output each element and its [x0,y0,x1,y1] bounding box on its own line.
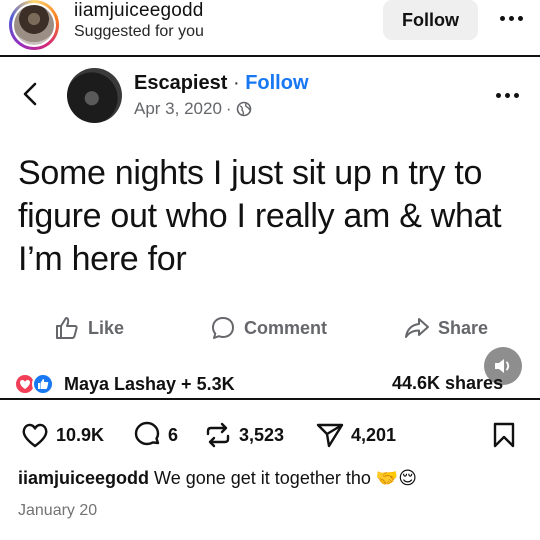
fb-like-action: Like [54,315,124,341]
avatar[interactable] [9,0,59,50]
username[interactable]: iiamjuiceegodd [74,0,204,22]
caption-username[interactable]: iiamjuiceegodd [18,468,149,488]
speech-bubble-icon [212,317,234,339]
avatar-border [12,3,56,47]
post-caption: iiamjuiceegodd We gone get it together t… [18,468,417,489]
caption-text: We gone get it together tho 🤝😌 [154,468,418,488]
fb-reactions-summary: Maya Lashay + 5.3K [14,373,235,395]
post-action-bar: 10.9K 6 3,523 4,201 [0,420,540,456]
avatar-image [14,5,54,45]
globe-icon [236,101,251,117]
repost-icon [206,422,230,448]
repost-count: 3,523 [239,424,285,445]
fb-comment-action: Comment [210,315,327,341]
share-arrow-icon [405,318,429,338]
fb-reactions-text: Maya Lashay + 5.3K [64,373,235,394]
fb-post-text: Some nights I just sit up n try to figur… [18,154,502,278]
like-count: 10.9K [56,424,105,445]
post-header: iiamjuiceegodd Suggested for you Follow [0,0,540,52]
fb-date-separator: · [225,99,232,118]
paper-plane-icon [316,423,344,448]
fb-share-action: Share [404,315,488,341]
more-options-icon[interactable] [497,8,525,28]
fb-like-label: Like [88,317,125,338]
fb-post-date: Apr 3, 2020 · [134,99,252,119]
save-button[interactable] [489,420,519,450]
share-button[interactable]: 4,201 [315,420,396,450]
shared-facebook-post: Escapiest · Follow Apr 3, 2020 · Some ni… [0,55,540,400]
comment-icon [134,421,160,446]
fb-page-name-row: Escapiest · Follow [134,72,309,95]
fb-page-name: Escapiest [134,72,228,94]
fb-action-bar: Like Comment Share [0,315,540,345]
like-reaction-icon [32,373,54,395]
fb-date-text: Apr 3, 2020 [134,99,222,118]
bookmark-icon [493,422,515,448]
reaction-icons [14,373,58,395]
fb-name-separator: · [232,72,240,94]
comment-count: 6 [168,424,179,445]
comment-button[interactable]: 6 [132,420,178,450]
fb-page-avatar [67,68,122,123]
fb-follow-link: Follow [245,72,309,94]
fb-more-icon [493,85,521,105]
fb-shares-count: 44.6K shares [392,373,504,393]
back-arrow-icon [23,82,37,106]
fb-comment-label: Comment [244,317,328,338]
suggested-label: Suggested for you [74,23,204,40]
repost-button[interactable]: 3,523 [203,420,284,450]
thumbs-up-icon [56,317,78,339]
fb-share-label: Share [438,317,489,338]
follow-button[interactable]: Follow [383,0,478,40]
like-button[interactable]: 10.9K [20,420,104,450]
share-count: 4,201 [351,424,397,445]
post-date: January 20 [18,502,98,519]
heart-icon [22,423,48,448]
